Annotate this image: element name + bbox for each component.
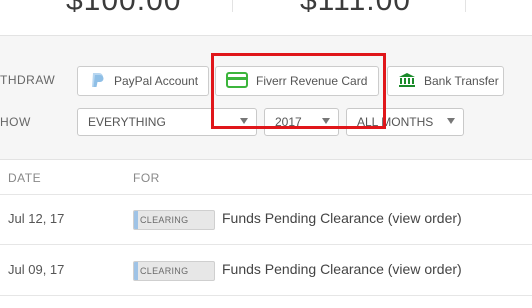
paypal-icon [88,71,106,92]
chevron-down-icon [447,118,455,124]
annotation-highlight-box [211,53,386,129]
stat-divider [465,0,466,12]
status-badge-label: CLEARING [140,266,189,276]
earnings-page: $100.00 $111.00 THDRAW HOW PayPal Accoun… [0,0,532,308]
column-header-for: FOR [133,171,160,185]
row-date: Jul 12, 17 [8,211,65,226]
paypal-account-label: PayPal Account [114,74,199,88]
paypal-account-button[interactable]: PayPal Account [77,66,209,96]
type-filter-value: EVERYTHING [88,115,166,129]
table-row: Jul 12, 17 CLEARING Funds Pending Cleara… [0,195,532,245]
column-header-date: DATE [8,171,42,185]
show-label: HOW [0,115,31,129]
bank-transfer-button[interactable]: Bank Transfer [387,66,504,96]
stat-value-left: $100.00 [66,0,182,17]
row-description-link[interactable]: Funds Pending Clearance (view order) [222,261,462,277]
status-badge: CLEARING [133,261,215,281]
bank-icon [398,72,416,91]
withdraw-label: THDRAW [0,73,56,87]
stat-value-right: $111.00 [300,0,411,17]
table-row: Jul 09, 17 CLEARING Funds Pending Cleara… [0,246,532,296]
bank-transfer-label: Bank Transfer [424,74,499,88]
row-description-link[interactable]: Funds Pending Clearance (view order) [222,210,462,226]
status-badge-fill [134,211,138,229]
status-badge-label: CLEARING [140,215,189,225]
status-badge-fill [134,262,138,280]
stat-divider [232,0,233,12]
row-date: Jul 09, 17 [8,262,65,277]
status-badge: CLEARING [133,210,215,230]
stats-band: $100.00 $111.00 [0,0,532,36]
